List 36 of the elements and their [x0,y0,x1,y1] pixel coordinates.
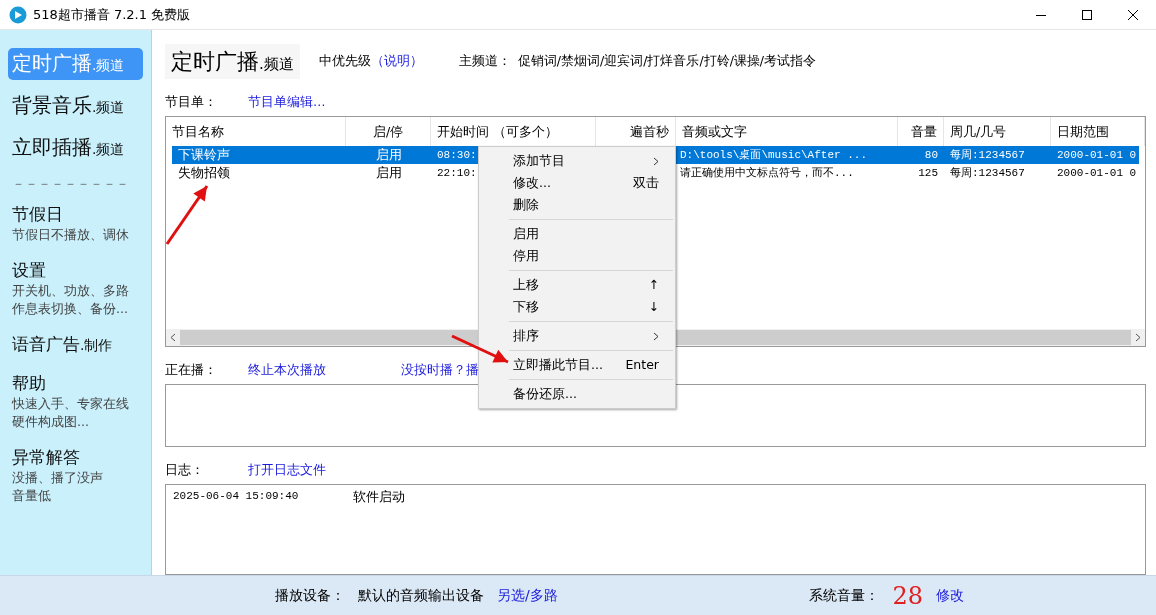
log-message: 软件启动 [353,487,405,506]
sidebar-description: 开关机、功放、多路 [12,281,130,300]
table-cell: 2000-01-01 0 [1057,148,1137,161]
sidebar-description: 硬件构成图... [12,412,90,431]
priority-label: 中优先级 [319,52,372,71]
sidebar-description: 快速入手、专家在线 [12,394,130,413]
table-cell: 每周:1234567 [950,148,1025,161]
table-cell: 08:30: [437,148,477,161]
now-playing-label: 正在播： [165,361,218,380]
device-label: 播放设备： [275,586,345,605]
log-time: 2025-06-04 15:09:40 [173,488,300,504]
main-channel-value: 促销词/禁烟词/迎宾词/打烊音乐/打铃/课操/考试指令 [517,52,817,71]
device-name: 默认的音频输出设备 [358,586,484,605]
table-cell: 请正确使用中文标点符号，而不... [680,166,854,179]
dashed-divider: －－－－－－－－－ [12,175,130,193]
page-title: 定时广播.频道 [165,44,300,79]
playlist-label: 节目单： [165,93,218,111]
sidebar-description: 节假日不播放、调休 [12,225,130,244]
window-title: 518超市播音 7.2.1 免费版 [33,5,191,24]
table-cell: 每周:1234567 [950,166,1025,179]
volume-label: 系统音量： [809,586,880,605]
table-cell: 80 [924,148,938,161]
sidebar-description: 没播、播了没声 [12,468,104,487]
table-cell: 启用 [375,146,402,162]
table-cell: D:\tools\桌面\music\After ... [680,148,868,161]
table-cell: 2000-01-01 0 [1057,166,1137,179]
table-cell: 125 [918,166,938,179]
sidebar-description: 音量低 [12,486,52,505]
volume-value: 28 [892,580,923,612]
sidebar-description: 作息表切换、备份... [12,299,129,318]
main-channel-label: 主频道： [459,52,512,71]
table-cell: 下课铃声 [178,146,230,162]
table-cell: 22:10: [437,166,477,179]
table-cell: 启用 [375,164,402,180]
table-cell: 失物招领 [178,164,230,180]
log-label: 日志： [165,461,205,480]
